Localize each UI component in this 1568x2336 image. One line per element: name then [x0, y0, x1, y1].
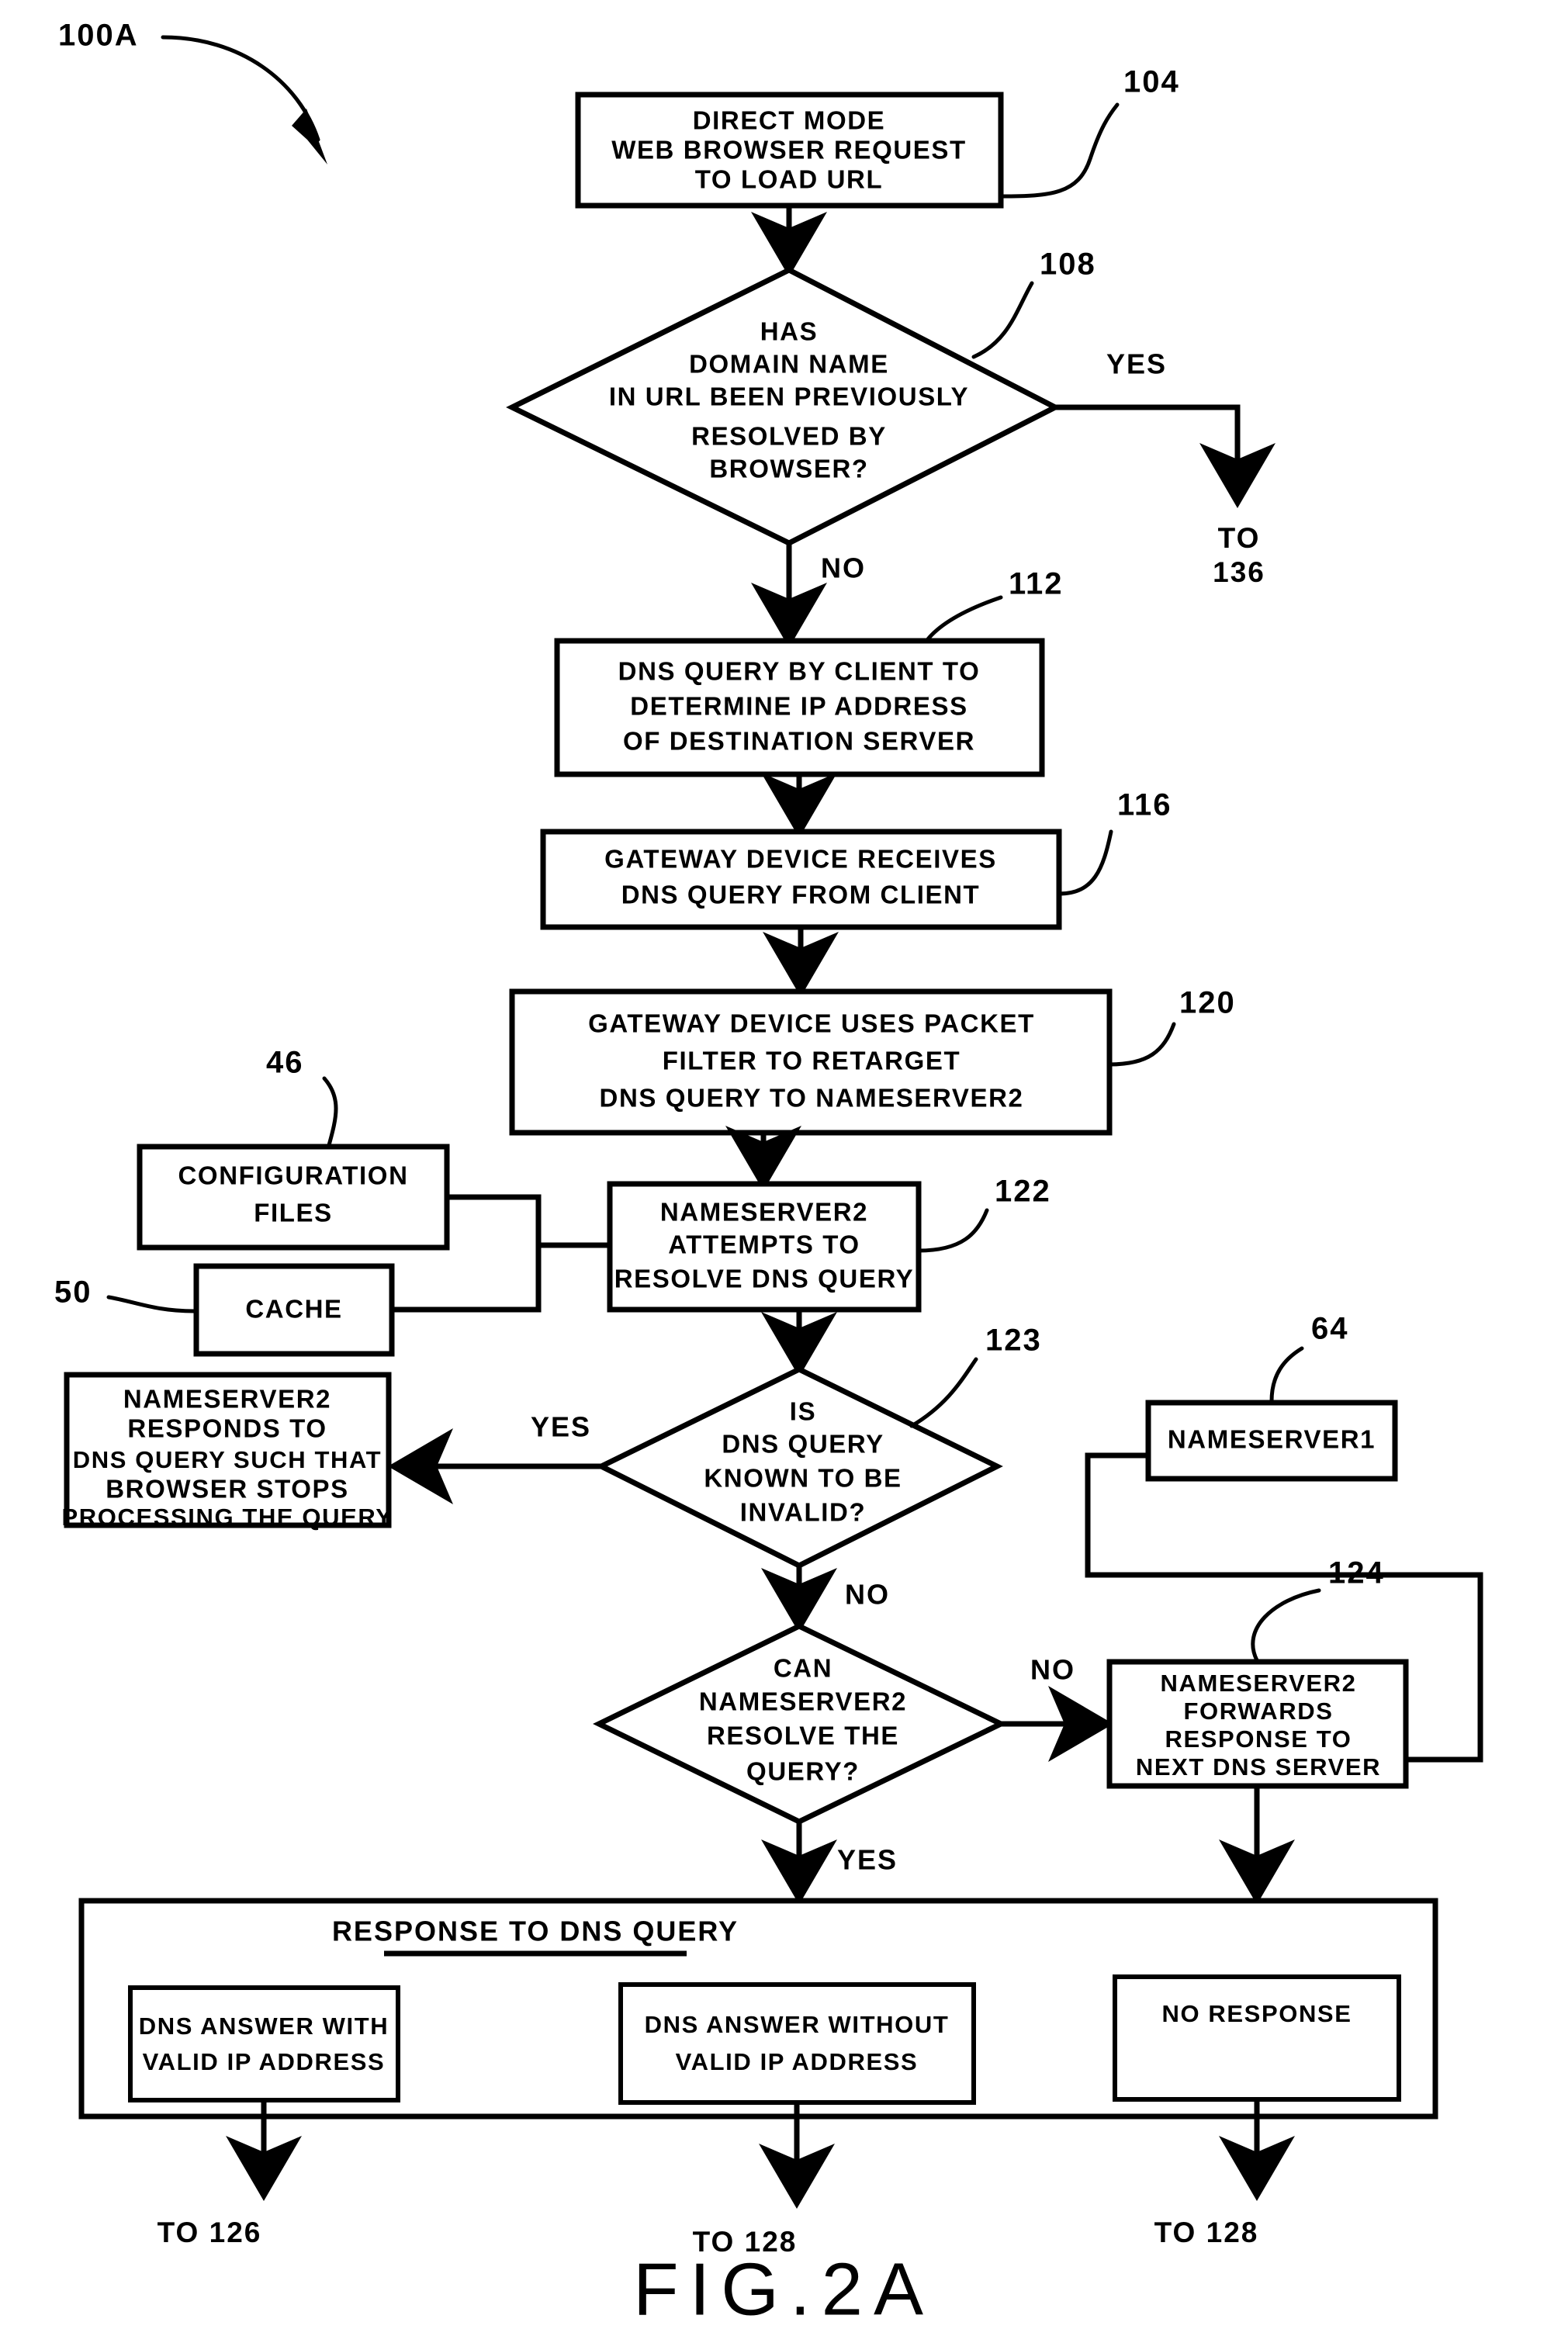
node-responds-line-4: BROWSER STOPS — [106, 1475, 349, 1504]
node-104-line-2: WEB BROWSER REQUEST — [611, 136, 967, 164]
edge-46-to-122 — [447, 1194, 611, 1248]
node-108-line-2: DOMAIN NAME — [689, 350, 889, 379]
response-child-3-box — [1113, 1974, 1401, 2102]
response-child-2-box — [618, 1982, 976, 2105]
node-canresolve-line-2: NAMESERVER2 — [699, 1687, 907, 1716]
node-canresolve-line-3: RESOLVE THE — [707, 1722, 899, 1750]
node-122-ref-leader — [916, 1208, 989, 1253]
node-46-ref-label: 46 — [266, 1046, 304, 1080]
node-124-ref-leader — [1251, 1588, 1321, 1663]
exit-to-136-line-2: 136 — [1213, 556, 1265, 588]
node-112-ref-label: 112 — [1009, 567, 1064, 601]
node-120-ref-leader — [1107, 1022, 1176, 1067]
node-123-line-3: KNOWN TO BE — [704, 1464, 902, 1493]
flow-ref-100A-arrowhead — [292, 109, 327, 164]
node-123-ref-leader — [909, 1357, 978, 1428]
node-108-line-1: HAS — [760, 317, 818, 346]
node-123-line-4: INVALID? — [740, 1498, 867, 1527]
figure-caption: FIG.2A — [633, 2248, 934, 2331]
node-124-line-2: FORWARDS — [1183, 1697, 1333, 1725]
node-120-line-3: DNS QUERY TO NAMESERVER2 — [600, 1084, 1024, 1113]
response-child-1-line-1: DNS ANSWER WITH — [139, 2012, 389, 2040]
node-104-line-3: TO LOAD URL — [695, 165, 883, 194]
edge-50-to-122 — [392, 1245, 542, 1313]
node-122-line-3: RESOLVE DNS QUERY — [614, 1265, 915, 1293]
flow-ref-100A-label: 100A — [58, 19, 139, 53]
node-108-line-5: BROWSER? — [709, 455, 868, 483]
node-116-ref-label: 116 — [1117, 788, 1172, 822]
node-120-ref-label: 120 — [1179, 986, 1236, 1020]
exit-to-136-line-1: TO — [1218, 522, 1261, 554]
flowchart-canvas: 100A DIRECT MODE WEB BROWSER REQUEST TO … — [54, 19, 1483, 2331]
node-116-line-1: GATEWAY DEVICE RECEIVES — [604, 845, 997, 874]
node-123-line-2: DNS QUERY — [722, 1430, 884, 1459]
node-responds-line-1: NAMESERVER2 — [123, 1385, 331, 1414]
response-child-1-line-2: VALID IP ADDRESS — [143, 2048, 386, 2075]
node-122-line-1: NAMESERVER2 — [660, 1198, 868, 1227]
response-child-1-box — [128, 1985, 400, 2102]
node-50-line-1: CACHE — [245, 1295, 342, 1324]
node-46-line-1: CONFIGURATION — [178, 1161, 409, 1190]
node-124-ref-label: 124 — [1328, 1556, 1385, 1590]
node-123-ref-label: 123 — [985, 1324, 1042, 1358]
node-108-no-label: NO — [821, 552, 866, 584]
node-123-no-label: NO — [845, 1579, 890, 1611]
node-120-line-2: FILTER TO RETARGET — [663, 1047, 961, 1075]
patent-figure-2a: 100A DIRECT MODE WEB BROWSER REQUEST TO … — [0, 0, 1568, 2336]
node-112-line-2: DETERMINE IP ADDRESS — [630, 692, 967, 721]
exit-label-3: TO 128 — [1154, 2217, 1259, 2248]
response-child-3-line-1: NO RESPONSE — [1162, 2000, 1352, 2027]
node-responds-line-5: PROCESSING THE QUERY — [61, 1504, 393, 1531]
node-104-ref-leader — [999, 102, 1120, 199]
node-46-ref-leader — [322, 1076, 338, 1147]
node-canresolve-line-1: CAN — [774, 1654, 832, 1683]
node-64-ref-leader — [1269, 1346, 1304, 1403]
node-canresolve-no-label: NO — [1030, 1654, 1075, 1686]
node-116-line-2: DNS QUERY FROM CLIENT — [621, 881, 981, 909]
node-104-ref-label: 104 — [1123, 65, 1180, 99]
response-group-title: RESPONSE TO DNS QUERY — [332, 1916, 739, 1947]
exit-label-1: TO 126 — [157, 2217, 262, 2248]
node-123-yes-label: YES — [531, 1411, 591, 1443]
node-64-ref-label: 64 — [1311, 1312, 1349, 1346]
node-124-line-3: RESPONSE TO — [1165, 1725, 1352, 1753]
node-123-line-1: IS — [790, 1397, 816, 1426]
node-64-line-1: NAMESERVER1 — [1168, 1425, 1376, 1454]
node-120-line-1: GATEWAY DEVICE USES PACKET — [588, 1009, 1035, 1038]
node-108-line-3: IN URL BEEN PREVIOUSLY — [609, 382, 969, 411]
node-canresolve-yes-label: YES — [837, 1844, 898, 1876]
node-124-line-1: NAMESERVER2 — [1160, 1670, 1356, 1697]
node-104-line-1: DIRECT MODE — [693, 106, 886, 135]
node-122-ref-label: 122 — [995, 1175, 1051, 1209]
node-responds-line-3: DNS QUERY SUCH THAT — [73, 1446, 382, 1473]
node-50-ref-leader — [106, 1295, 196, 1313]
node-112-line-1: DNS QUERY BY CLIENT TO — [618, 657, 981, 686]
node-50-ref-label: 50 — [54, 1275, 92, 1310]
node-122-line-2: ATTEMPTS TO — [668, 1230, 860, 1259]
node-124-line-4: NEXT DNS SERVER — [1136, 1753, 1381, 1781]
node-108-yes-label: YES — [1106, 348, 1167, 380]
node-46-line-2: FILES — [254, 1199, 333, 1227]
node-108-ref-leader — [971, 281, 1034, 359]
node-116-ref-leader — [1057, 829, 1113, 896]
edge-108-yes-to-136 — [1055, 404, 1276, 508]
node-responds-line-2: RESPONDS TO — [127, 1414, 327, 1443]
node-108-line-4: RESOLVED BY — [691, 422, 887, 451]
node-108-ref-label: 108 — [1040, 247, 1096, 282]
node-112-ref-leader — [925, 595, 1003, 642]
node-canresolve-line-4: QUERY? — [746, 1757, 860, 1786]
response-child-2-line-1: DNS ANSWER WITHOUT — [645, 2011, 950, 2038]
response-child-2-line-2: VALID IP ADDRESS — [676, 2048, 919, 2075]
node-112-line-3: OF DESTINATION SERVER — [623, 727, 975, 756]
